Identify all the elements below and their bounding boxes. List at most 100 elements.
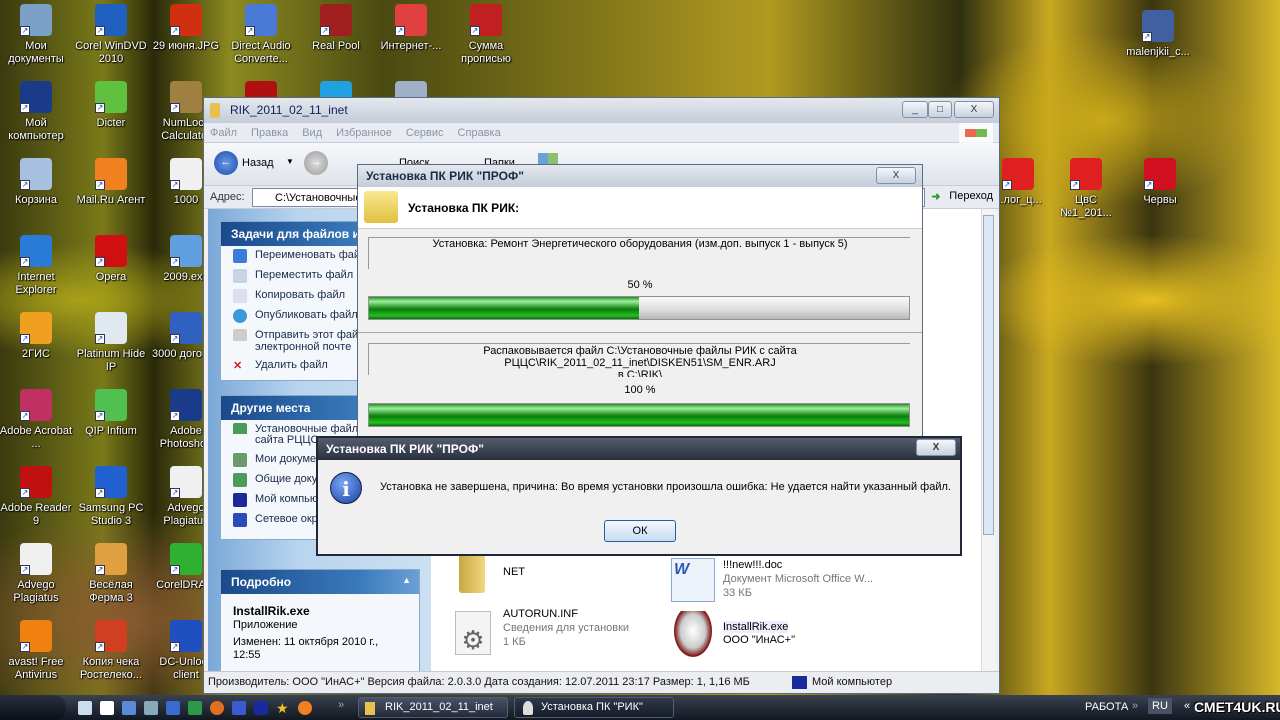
app-icon: ↗	[170, 620, 202, 652]
desktop-icon[interactable]: ↗ QIP Infium	[73, 387, 149, 438]
menu-file[interactable]: Файл	[210, 127, 237, 139]
desktop-icon-label: Червы	[1143, 194, 1177, 206]
progress-fill	[369, 404, 909, 426]
shortcut-arrow-icon: ↗	[170, 488, 180, 498]
file-item[interactable]: ⚙ AUTORUN.INF Сведения для установки 1 К…	[453, 605, 663, 661]
desktop-icon-label: Corel WinDVD 2010	[75, 40, 147, 65]
tray-expand-button[interactable]: «	[1184, 700, 1190, 712]
desktop-icon[interactable]: ↗ avast! Free Antivirus	[0, 618, 74, 682]
desktop-icon[interactable]: ↗ Adobe Acrobat ...	[0, 387, 74, 451]
file-item[interactable]: W !!!new!!!.doc Документ Microsoft Offic…	[671, 556, 911, 604]
quicklaunch-firefox-icon[interactable]	[210, 701, 224, 715]
scroll-thumb[interactable]	[983, 215, 994, 535]
explorer-titlebar[interactable]: RIK_2011_02_11_inet _ □ X	[204, 98, 999, 123]
maximize-button[interactable]: □	[928, 101, 952, 118]
quicklaunch-advego-icon[interactable]	[100, 701, 114, 715]
forward-button[interactable]: →	[304, 151, 328, 175]
go-button[interactable]: ➜ Переход	[931, 190, 993, 203]
shortcut-arrow-icon: ↗	[170, 257, 180, 267]
shortcut-arrow-icon: ↗	[20, 257, 30, 267]
desktop-icon[interactable]: ↗ 29 июня.JPG	[148, 2, 224, 53]
app-icon: ↗	[95, 543, 127, 575]
desktop-icon[interactable]: ↗ Platinum Hide IP	[73, 310, 149, 374]
desktop-icon[interactable]: ↗ 2ГИС	[0, 310, 74, 361]
desktop-icon[interactable]: ↗ Копия чека Ростелеко...	[73, 618, 149, 682]
desktop-icon[interactable]: ↗ Dicter	[73, 79, 149, 130]
quicklaunch-word-icon[interactable]	[166, 701, 180, 715]
desktop-icon[interactable]: ↗ Корзина	[0, 156, 74, 207]
details-header[interactable]: Подробно ▲	[221, 570, 419, 594]
quicklaunch-desktop-icon[interactable]	[78, 701, 92, 715]
desktop-icon-label: Корзина	[15, 194, 57, 206]
toolbar-chevron[interactable]: »	[1132, 700, 1138, 712]
menu-help[interactable]: Справка	[458, 127, 501, 139]
app-icon: ↗	[320, 4, 352, 36]
shuttle-app-icon	[523, 701, 533, 715]
install-titlebar[interactable]: Установка ПК РИК "ПРОФ" X	[358, 165, 922, 187]
quicklaunch-excel-icon[interactable]	[144, 701, 158, 715]
desktop-icon[interactable]: ↗ Весёлая Ферма 3	[73, 541, 149, 605]
vertical-scrollbar[interactable]	[981, 209, 995, 671]
info-icon: i	[330, 472, 362, 504]
address-label: Адрес:	[210, 191, 245, 203]
desktop-icon[interactable]: ↗ Мой компьютер	[0, 79, 74, 143]
desktop-icon-label: 29 июня.JPG	[152, 40, 220, 52]
close-button[interactable]: X	[954, 101, 994, 118]
quicklaunch-mailru-icon[interactable]	[298, 701, 312, 715]
quicklaunch-dicter-icon[interactable]	[122, 701, 136, 715]
quicklaunch-computer-icon[interactable]	[254, 701, 268, 715]
menu-edit[interactable]: Правка	[251, 127, 288, 139]
quicklaunch-app-icon[interactable]	[232, 701, 246, 715]
desktop-icon[interactable]: ↗ ЦвС №1_201...	[1048, 156, 1124, 220]
desktop-icon-label: ЦвС №1_201...	[1060, 194, 1112, 219]
minimize-button[interactable]: _	[902, 101, 928, 118]
toolbar-label[interactable]: РАБОТА	[1085, 701, 1128, 713]
shortcut-arrow-icon: ↗	[95, 565, 105, 575]
file-item-selected[interactable]: InstallRik.exe ООО "ИнАС+"	[671, 609, 871, 665]
status-bar: Производитель: ООО "ИнАС+" Версия файла:…	[204, 671, 999, 693]
menu-view[interactable]: Вид	[302, 127, 322, 139]
shortcut-arrow-icon: ↗	[95, 411, 105, 421]
publish-icon	[233, 309, 247, 323]
desktop-icon[interactable]: ↗ Интернет-...	[373, 2, 449, 53]
back-button[interactable]: ← Назад ▼	[214, 151, 294, 177]
shortcut-arrow-icon: ↗	[170, 411, 180, 421]
shortcut-arrow-icon: ↗	[1002, 180, 1012, 190]
copy-icon	[233, 289, 247, 303]
shortcut-arrow-icon: ↗	[95, 488, 105, 498]
shortcut-arrow-icon: ↗	[95, 180, 105, 190]
taskbar-explorer[interactable]: RIK_2011_02_11_inet	[358, 697, 508, 718]
desktop-icon[interactable]: ↗ Real Pool	[298, 2, 374, 53]
file-item[interactable]: NET	[453, 549, 653, 599]
error-close-button[interactable]: X	[916, 439, 956, 456]
menu-tools[interactable]: Сервис	[406, 127, 444, 139]
desktop-icon[interactable]: ↗ Червы	[1122, 156, 1198, 207]
quicklaunch-star-icon[interactable]: ★	[276, 701, 290, 715]
desktop-icon[interactable]: ↗ Mail.Ru Агент	[73, 156, 149, 207]
language-indicator[interactable]: RU	[1148, 698, 1172, 714]
desktop-icon[interactable]: ↗ Direct Audio Converte...	[223, 2, 299, 66]
error-title: Установка ПК РИК "ПРОФ"	[326, 442, 484, 456]
desktop-icon[interactable]: ↗ Internet Explorer	[0, 233, 74, 297]
desktop-icon[interactable]: ↗ malenjkii_c...	[1120, 8, 1196, 59]
back-dropdown-icon[interactable]: ▼	[286, 157, 294, 166]
menu-favorites[interactable]: Избранное	[336, 127, 392, 139]
desktop-icon[interactable]: ↗ Corel WinDVD 2010	[73, 2, 149, 66]
taskbar-installer[interactable]: Установка ПК "РИК"	[514, 697, 674, 718]
desktop-icon[interactable]: ↗ Samsung PC Studio 3	[73, 464, 149, 528]
start-button[interactable]	[0, 695, 66, 720]
desktop-icon[interactable]: ↗ Adobe Reader 9	[0, 464, 74, 528]
ok-button[interactable]: ОК	[604, 520, 676, 542]
progress2-label: 100 %	[624, 384, 656, 396]
quicklaunch-chevron[interactable]: »	[338, 699, 344, 711]
desktop-icon[interactable]: ↗ Opera	[73, 233, 149, 284]
app-icon: ↗	[395, 4, 427, 36]
error-titlebar[interactable]: Установка ПК РИК "ПРОФ" X	[318, 438, 960, 460]
desktop-icon[interactable]: ↗ Мои документы	[0, 2, 74, 66]
desktop-icon[interactable]: ↗ Сумма прописью	[448, 2, 524, 66]
desktop-icon[interactable]: ↗ Advego Plagiatus	[0, 541, 74, 605]
collapse-icon[interactable]: ▲	[402, 575, 411, 585]
install-close-button[interactable]: X	[876, 167, 916, 184]
app-icon: ↗	[170, 466, 202, 498]
quicklaunch-excel2-icon[interactable]	[188, 701, 202, 715]
